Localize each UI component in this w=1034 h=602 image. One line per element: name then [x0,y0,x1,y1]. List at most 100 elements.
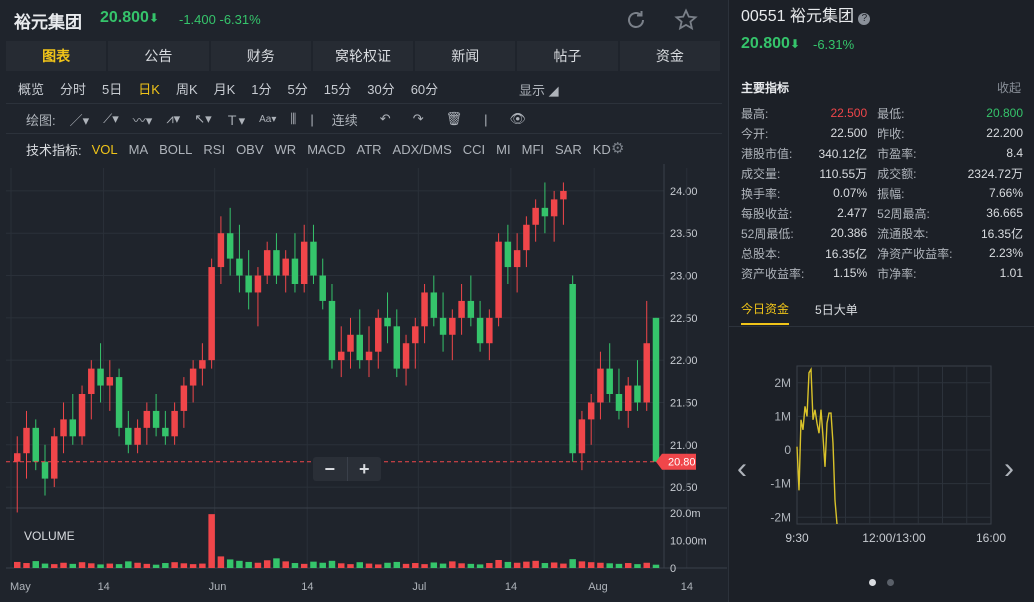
metric-row: 资产收益率: 1.15% 市净率: 1.01 [741,263,1023,283]
period-10[interactable]: 60分 [411,79,438,98]
chart-panel: 裕元集团 20.800⬇ -1.400 -6.31% 图表 公告 财务 窝轮权证 新闻帖… [0,0,727,602]
period-7[interactable]: 5分 [288,79,308,98]
indicator-0[interactable]: VOL [92,142,118,157]
zoom-out-button[interactable]: − [313,457,347,481]
candle-body [273,250,280,276]
tab-0[interactable]: 图表 [6,41,107,71]
eye-icon[interactable]: 👁 [510,111,527,127]
period-3[interactable]: 日K [138,79,160,98]
trend-tool-icon[interactable]: ⟋▾ [103,111,119,127]
indicator-11[interactable]: MFI [522,142,544,157]
indicator-12[interactable]: SAR [555,142,582,157]
x-tick-label: Jul [412,581,426,593]
period-1[interactable]: 分时 [60,79,86,98]
display-menu[interactable]: 显示 ◢ [519,80,559,99]
period-4[interactable]: 周K [176,79,198,98]
tab-1[interactable]: 公告 [108,41,209,71]
undo-icon[interactable]: ↶ [380,111,391,127]
tab-4[interactable]: 新闻 [415,41,516,71]
tab-5[interactable]: 帖子 [517,41,618,71]
candle [171,402,178,445]
candle-body [208,267,215,361]
candle [14,436,21,513]
candle-body [467,300,475,318]
indicator-5[interactable]: WR [275,142,297,157]
volume-bar [41,563,49,568]
period-0[interactable]: 概览 [18,79,44,98]
divider [6,103,722,104]
candle [60,402,67,454]
line-tool-icon[interactable]: ／▾ [70,110,90,129]
indicator-7[interactable]: ATR [356,142,381,157]
indicator-label: 技术指标: [26,142,82,158]
indicator-4[interactable]: OBV [236,142,263,157]
volume-bar [560,563,567,568]
candle [23,410,30,479]
candle-body [504,241,512,268]
page-dot-active[interactable] [869,579,876,586]
help-icon[interactable]: ? [858,13,871,25]
volume-bar [421,564,428,568]
volume-tick-label: 0 [670,563,676,575]
period-2[interactable]: 5日 [102,79,122,98]
wave-tool-icon[interactable]: 〰▾ [133,110,153,129]
zoom-in-button[interactable]: + [348,457,382,481]
period-8[interactable]: 15分 [324,79,351,98]
volume-bar [504,561,512,568]
volume-bar [199,563,206,568]
period-6[interactable]: 1分 [251,79,271,98]
indicator-6[interactable]: MACD [307,142,345,157]
arrow-tool-icon[interactable]: ↖▾ [194,111,211,127]
candle-body [569,284,576,454]
indicator-3[interactable]: RSI [203,142,225,157]
candle [319,258,326,310]
refresh-icon[interactable] [624,8,648,38]
tab-2[interactable]: 财务 [210,41,311,71]
volume-bar [162,563,169,568]
metric-label: 港股市值: [741,146,793,161]
candle-body [550,199,558,217]
period-9[interactable]: 30分 [367,79,394,98]
indicator-10[interactable]: MI [496,142,510,157]
kline-chart[interactable]: 24.00 23.50 23.00 22.50 22.00 21.50 21.00 20.50… [0,164,727,602]
continuous-toggle[interactable]: 连续 [332,110,358,129]
candle-body [291,258,299,284]
indicator-13[interactable]: KD [593,142,611,157]
volume-bar [217,556,225,568]
x-tick-label: 14 [681,581,693,593]
candle-body [14,453,21,462]
page-dot[interactable] [887,579,894,586]
trash-icon[interactable]: 🗑 [446,111,463,127]
fund-tab-0[interactable]: 今日资金 [741,300,790,325]
candle-body [597,368,604,403]
redo-icon[interactable]: ↷ [413,111,424,127]
text-tool-icon[interactable]: Ｔ▾ [226,110,246,129]
fund-tab-1[interactable]: 5日大单 [815,301,858,324]
channel-tool-icon[interactable]: ⩘▾ [166,111,180,127]
tab-6[interactable]: 资金 [619,41,720,71]
candle-body [254,275,262,293]
indicator-8[interactable]: ADX/DMS [393,142,452,157]
indicator-1[interactable]: MA [129,142,149,157]
star-icon[interactable] [674,8,698,38]
indicator-2[interactable]: BOLL [159,142,192,157]
font-tool-icon[interactable]: Aa▾ [259,114,276,125]
candle-body [449,317,456,335]
metric-value: 340.12亿 [818,146,868,161]
gear-icon[interactable]: ⚙ [611,139,624,157]
x-tick-label: 14 [301,581,313,593]
candle-body [606,368,613,394]
indicator-9[interactable]: CCI [463,142,485,157]
prev-arrow-icon[interactable]: ‹ [737,452,747,486]
volume-bar [634,564,641,568]
measure-tool-icon[interactable]: ⫼ [290,111,296,127]
period-5[interactable]: 月K [214,79,236,98]
candle [273,233,280,284]
tab-3[interactable]: 窝轮权证 [312,41,414,71]
y-tick-label: 23.00 [670,271,698,283]
next-arrow-icon[interactable]: › [1004,452,1014,486]
collapse-button[interactable]: 收起 [997,79,1021,96]
y-tick-label: 22.00 [670,355,698,367]
candle [208,258,215,369]
toolbar-separator: | [310,111,314,127]
